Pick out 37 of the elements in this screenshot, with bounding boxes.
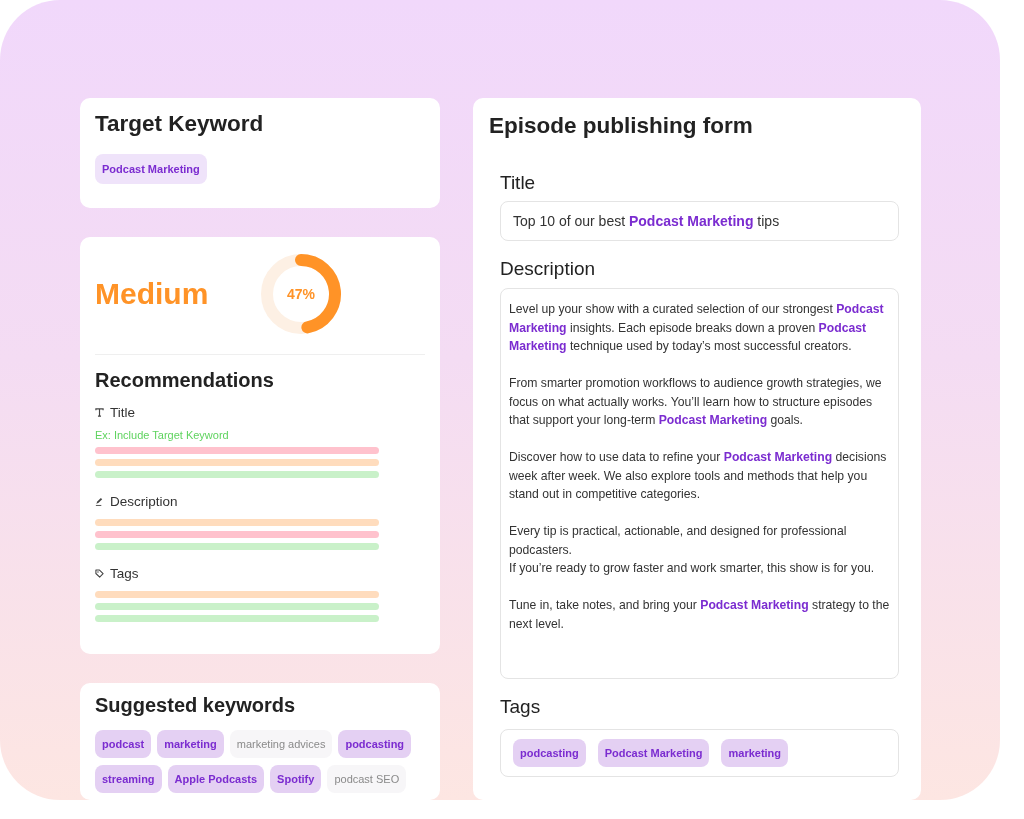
tags-field[interactable]: podcasting Podcast Marketing marketing — [500, 729, 899, 777]
difficulty-label: Medium — [95, 276, 210, 311]
description-field[interactable] — [500, 288, 899, 679]
recommendation-hint: Ex: Include Target Keyword — [95, 428, 229, 442]
card-title: Target Keyword — [95, 110, 265, 138]
section-title: Recommendations — [95, 368, 275, 392]
recommendation-label: Description — [110, 493, 178, 509]
field-label: Tags — [500, 695, 542, 719]
description-text: If you’re ready to grow faster and work smarter, this show is for you. — [509, 560, 876, 577]
pen-icon — [95, 496, 104, 506]
keyword-chip[interactable]: Podcast Marketing — [95, 154, 207, 184]
tag-chip[interactable]: podcasting — [513, 739, 586, 767]
keyword-chip[interactable]: podcast SEO — [327, 765, 407, 793]
field-label: Description — [500, 257, 597, 281]
description-text: From smarter promotion workflows to audience growth strategies, we focus on what actually works. You’ll learn how to structure episodes that support your long-term Podcast Marketing goals. — [509, 375, 883, 429]
form-title: Episode publishing form — [489, 112, 754, 140]
recommendation-label: Tags — [110, 565, 139, 581]
tag-chip[interactable]: marketing — [721, 739, 789, 767]
description-text: Level up your show with a curated selection of our strongest Podcast Marketing insights. Each episode breaks down a proven Podcast Marketing technique used by today’s most successful creators. — [509, 301, 885, 355]
card-title: Suggested keywords — [95, 693, 297, 717]
description-text: Tune in, take notes, and bring your Podcast Marketing strategy to the next level. — [509, 597, 891, 633]
keyword-chip[interactable]: marketing advices — [229, 730, 333, 758]
recommendation-label: Title — [110, 404, 135, 420]
tag-icon — [95, 568, 104, 578]
keyword-chip[interactable]: Spotify — [270, 765, 322, 793]
keyword-chip[interactable]: podcasting — [338, 730, 412, 758]
title-input[interactable]: Top 10 of our best Podcast Marketing tips — [500, 201, 899, 241]
score-percent: 47% — [287, 285, 315, 302]
keyword-chip[interactable]: Apple Podcasts — [167, 765, 265, 793]
text-icon — [95, 407, 104, 417]
description-text: Discover how to use data to refine your Podcast Marketing decisions week after week. We also explore tools and methods that help you stand out in competitive categories. — [509, 449, 888, 503]
keyword-chip[interactable]: marketing — [157, 730, 224, 758]
tag-chip[interactable]: Podcast Marketing — [597, 739, 710, 767]
keyword-chip[interactable]: podcast — [95, 730, 152, 758]
description-text: Every tip is practical, actionable, and designed for professional podcasters. — [509, 523, 848, 559]
field-label: Title — [500, 171, 537, 195]
keyword-chip[interactable]: streaming — [95, 765, 162, 793]
